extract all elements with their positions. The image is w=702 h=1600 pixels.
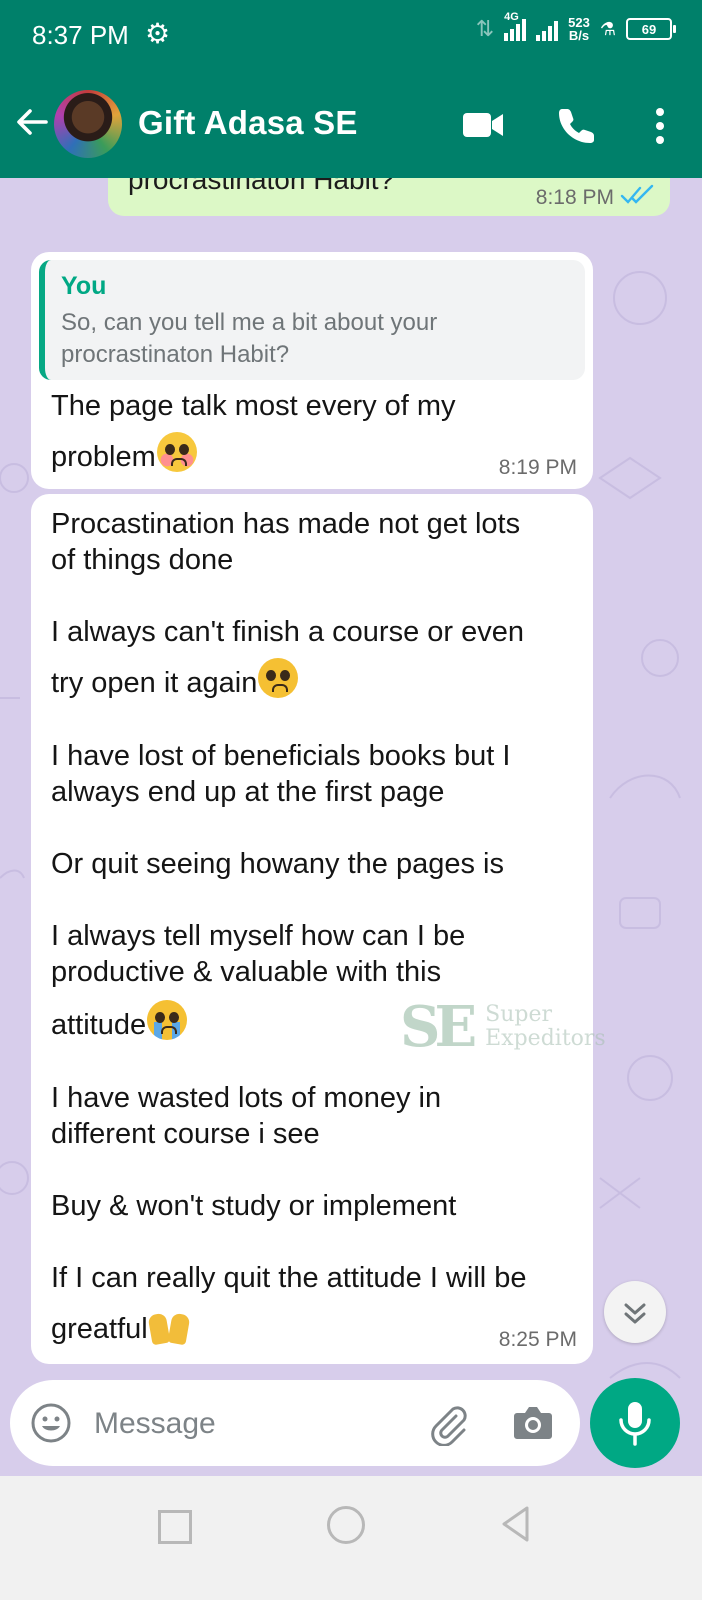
quoted-author: You	[61, 272, 107, 300]
signal-icon	[536, 17, 559, 41]
message-line: attitude	[51, 1000, 188, 1043]
settings-gear-icon: ⚙	[145, 18, 171, 49]
message-line: of things done	[51, 544, 234, 576]
message-line: greatful	[51, 1304, 191, 1347]
microphone-icon	[619, 1402, 651, 1446]
contact-name[interactable]: Gift Adasa SE	[138, 104, 358, 142]
message-line: different course i see	[51, 1118, 320, 1150]
status-indicators: ⇅ 4G 523 B/s ⚗ 69	[475, 11, 676, 43]
video-call-icon[interactable]	[462, 110, 504, 140]
network-speed: 523 B/s	[568, 15, 590, 43]
watermark-logo: SE	[400, 994, 477, 1060]
outgoing-message-text: procrastinaton Habit?	[128, 178, 395, 195]
status-bar: 8:37 PM ⚙ ⇅ 4G 523 B/s ⚗ 69	[0, 0, 702, 76]
scroll-to-bottom-button[interactable]	[604, 1281, 666, 1343]
status-time: 8:37 PM	[32, 20, 129, 50]
reply-line-1: The page talk most every of my	[51, 390, 456, 422]
message-line: I have wasted lots of money in	[51, 1082, 442, 1114]
flushed-pleading-emoji-icon	[156, 432, 197, 472]
battery-icon: 69	[626, 18, 676, 40]
incoming-long-message[interactable]: Procastination has made not get lots of …	[31, 494, 593, 1364]
more-options-icon[interactable]	[648, 106, 672, 146]
home-button[interactable]	[327, 1506, 365, 1544]
message-line: productive & valuable with this	[51, 956, 442, 988]
incoming-reply-message[interactable]: You So, can you tell me a bit about your…	[31, 252, 593, 489]
data-transfer-icon: ⇅	[475, 16, 495, 41]
double-chevron-down-icon	[624, 1303, 646, 1324]
worried-face-emoji-icon	[258, 658, 299, 698]
raising-hands-emoji-icon	[147, 1304, 191, 1346]
chat-header: Gift Adasa SE	[0, 76, 702, 178]
system-back-icon[interactable]	[500, 1504, 530, 1544]
watermark-line-2: Expeditors	[485, 1026, 606, 1051]
voice-record-button[interactable]	[590, 1378, 680, 1468]
message-line: I have lost of beneficials books but I	[51, 740, 511, 772]
reply-line-2: problem	[51, 432, 197, 475]
message-time: 8:18 PM	[535, 186, 614, 209]
read-double-check-icon	[620, 184, 654, 204]
chat-area[interactable]: procrastinaton Habit? 8:18 PM You So, ca…	[0, 178, 702, 1508]
outgoing-message[interactable]: procrastinaton Habit? 8:18 PM	[108, 178, 670, 216]
crying-face-emoji-icon	[147, 1000, 188, 1040]
quoted-text: So, can you tell me a bit about your pro…	[61, 309, 438, 368]
back-arrow-icon[interactable]	[14, 104, 50, 140]
message-line: I always tell myself how can I be	[51, 920, 466, 952]
avatar[interactable]	[54, 90, 122, 158]
message-line: I always can't finish a course or even	[51, 616, 524, 648]
message-line: Buy & won't study or implement	[51, 1190, 457, 1222]
attach-paperclip-icon[interactable]	[426, 1402, 470, 1446]
quoted-message[interactable]: You So, can you tell me a bit about your…	[39, 260, 585, 380]
system-navigation-bar	[0, 1476, 702, 1600]
message-time: 8:25 PM	[498, 1328, 577, 1351]
message-time: 8:19 PM	[498, 456, 577, 479]
message-composer	[10, 1380, 580, 1466]
message-line: Or quit seeing howany the pages is	[51, 848, 504, 880]
recent-apps-button[interactable]	[158, 1510, 192, 1544]
message-input[interactable]	[92, 1400, 396, 1448]
message-line: If I can really quit the attitude I will…	[51, 1262, 527, 1294]
watermark: SE Super Expeditors	[400, 994, 606, 1060]
watermark-line-1: Super	[485, 1002, 552, 1027]
lab-flask-icon: ⚗	[599, 18, 616, 39]
message-line: Procastination has made not get lots	[51, 508, 521, 540]
signal-4g-icon: 4G	[504, 11, 527, 41]
message-line: always end up at the first page	[51, 776, 445, 808]
camera-icon[interactable]	[512, 1404, 554, 1442]
emoji-icon[interactable]	[30, 1402, 72, 1444]
message-line: try open it again	[51, 658, 299, 701]
voice-call-icon[interactable]	[558, 106, 596, 144]
